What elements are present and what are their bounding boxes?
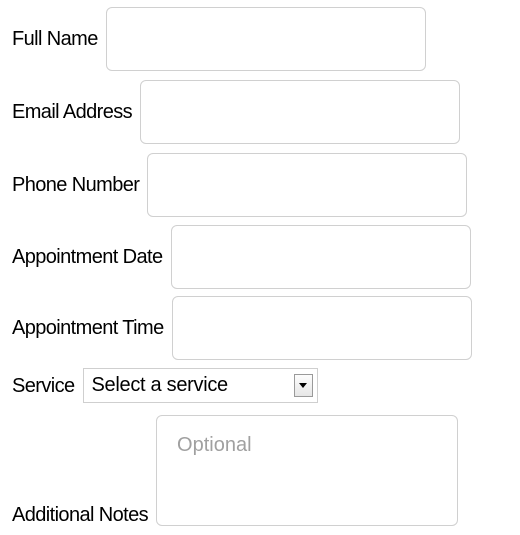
appointment-time-input[interactable] <box>171 296 472 360</box>
notes-row: Additional Notes <box>12 415 459 526</box>
phone-label: Phone Number <box>12 174 140 196</box>
notes-label: Additional Notes <box>12 504 149 526</box>
service-select-value: Select a service <box>91 374 229 396</box>
appointment-date-row: Appointment Date <box>12 225 471 289</box>
email-row: Email Address <box>12 80 461 144</box>
phone-input[interactable] <box>147 153 468 217</box>
service-row: Service Select a service <box>12 368 318 403</box>
phone-row: Phone Number <box>12 153 468 217</box>
appointment-time-row: Appointment Time <box>12 296 472 360</box>
email-label: Email Address <box>12 101 133 123</box>
appointment-date-input[interactable] <box>170 225 471 289</box>
service-label: Service <box>12 374 75 397</box>
email-input[interactable] <box>140 80 461 144</box>
appointment-date-label: Appointment Date <box>12 246 163 268</box>
full-name-input[interactable] <box>105 7 426 71</box>
full-name-label: Full Name <box>12 28 98 50</box>
service-select[interactable]: Select a service <box>82 368 318 403</box>
notes-textarea[interactable] <box>156 415 459 526</box>
chevron-down-icon[interactable] <box>293 374 313 397</box>
appointment-time-label: Appointment Time <box>12 317 164 339</box>
full-name-row: Full Name <box>12 7 426 71</box>
